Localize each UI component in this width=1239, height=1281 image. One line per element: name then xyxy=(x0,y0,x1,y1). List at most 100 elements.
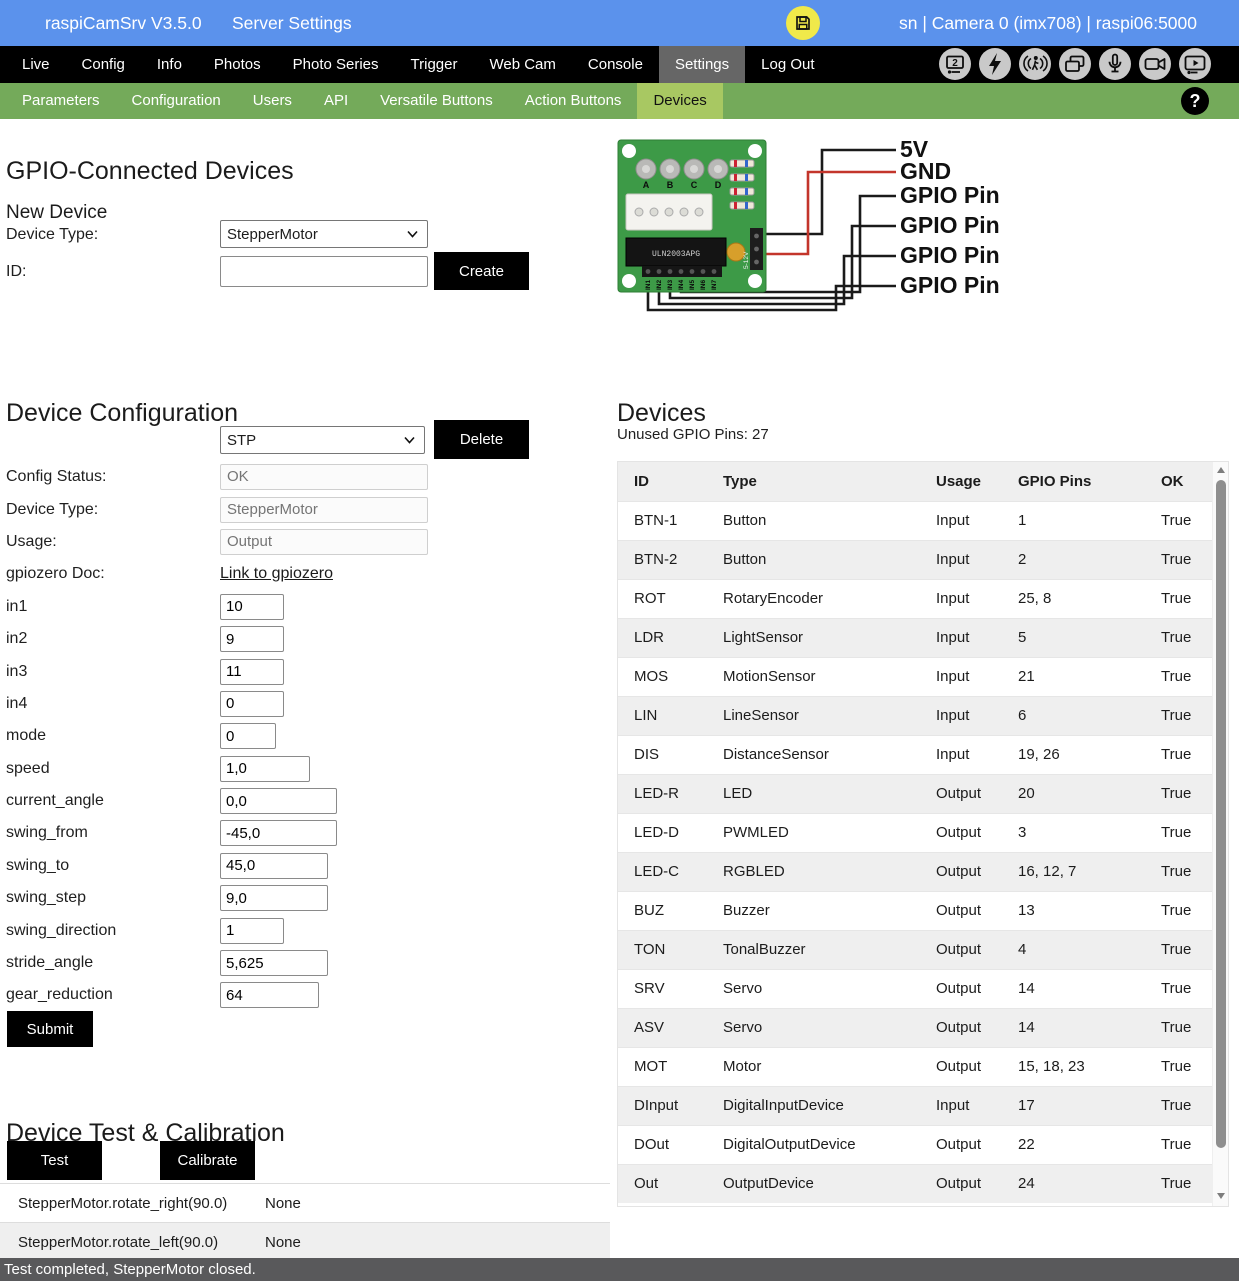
input-mode[interactable] xyxy=(220,723,276,749)
test-button[interactable]: Test xyxy=(7,1141,102,1180)
cell: True xyxy=(1145,969,1213,1008)
devices-table-container: IDTypeUsageGPIO PinsOK BTN-1ButtonInput1… xyxy=(617,461,1229,1207)
input-speed[interactable] xyxy=(220,756,310,782)
configured-device-select[interactable]: STP xyxy=(220,426,425,454)
cell: Output xyxy=(920,969,1002,1008)
nav-item-info[interactable]: Info xyxy=(141,46,198,83)
field-label: swing_step xyxy=(6,889,220,907)
field-label: gpiozero Doc: xyxy=(6,565,220,583)
create-button[interactable]: Create xyxy=(434,252,529,290)
test-action: StepperMotor.rotate_right(90.0) xyxy=(0,1195,265,1212)
svg-text:IN2: IN2 xyxy=(656,280,663,291)
cell: 15, 18, 23 xyxy=(1002,1047,1145,1086)
nav-icons: 2 xyxy=(939,48,1211,80)
field-label: in1 xyxy=(6,598,220,616)
calibrate-button[interactable]: Calibrate xyxy=(160,1141,255,1180)
cell: MotionSensor xyxy=(707,657,920,696)
microphone-icon[interactable] xyxy=(1099,48,1131,80)
help-icon[interactable]: ? xyxy=(1181,87,1209,115)
cell: 16, 12, 7 xyxy=(1002,852,1145,891)
input-swing-direction[interactable] xyxy=(220,918,284,944)
cell: Button xyxy=(707,501,920,540)
subnav-item-configuration[interactable]: Configuration xyxy=(116,83,237,119)
col-header-ok: OK xyxy=(1145,462,1213,501)
input-gear-reduction[interactable] xyxy=(220,982,319,1008)
input-in4[interactable] xyxy=(220,691,284,717)
media-player-icon[interactable] xyxy=(1179,48,1211,80)
cell: Output xyxy=(920,774,1002,813)
nav-item-config[interactable]: Config xyxy=(66,46,141,83)
input-swing-step[interactable] xyxy=(220,885,328,911)
svg-text:2: 2 xyxy=(952,58,958,69)
cell: 14 xyxy=(1002,969,1145,1008)
nav-item-log-out[interactable]: Log Out xyxy=(745,46,830,83)
cell: Output xyxy=(920,852,1002,891)
svg-text:IN7: IN7 xyxy=(711,280,718,291)
config-row-mode: mode xyxy=(6,720,606,752)
stepper-driver-board-image: ABCD ULN2003APG 5-12V IN1IN2IN3IN4IN5IN6… xyxy=(612,136,1237,318)
input-stride-angle[interactable] xyxy=(220,950,328,976)
cell: 2 xyxy=(1002,540,1145,579)
subnav-item-versatile-buttons[interactable]: Versatile Buttons xyxy=(364,83,509,119)
nav-item-console[interactable]: Console xyxy=(572,46,659,83)
cell: DIS xyxy=(618,735,707,774)
cell: True xyxy=(1145,1164,1213,1203)
motion-detection-icon[interactable] xyxy=(1019,48,1051,80)
floppy-disk-glyph xyxy=(791,11,815,35)
floppy-disk-icon[interactable] xyxy=(786,6,820,40)
subnav-item-api[interactable]: API xyxy=(308,83,364,119)
col-header-type: Type xyxy=(707,462,920,501)
input-in1[interactable] xyxy=(220,594,284,620)
cell: 4 xyxy=(1002,930,1145,969)
nav-item-photo-series[interactable]: Photo Series xyxy=(277,46,395,83)
config-row-in3: in3 xyxy=(6,655,606,687)
cell: True xyxy=(1145,891,1213,930)
cell: True xyxy=(1145,1047,1213,1086)
flash-icon[interactable] xyxy=(979,48,1011,80)
input-in2[interactable] xyxy=(220,626,284,652)
input-swing-from[interactable] xyxy=(220,820,337,846)
input-current-angle[interactable] xyxy=(220,788,337,814)
test-result: None xyxy=(265,1234,301,1251)
gpiozero-doc-link[interactable]: Link to gpiozero xyxy=(220,565,333,583)
nav-item-web-cam[interactable]: Web Cam xyxy=(473,46,571,83)
device-row-ldr: LDRLightSensorInput5True xyxy=(618,618,1213,657)
nav-item-trigger[interactable]: Trigger xyxy=(395,46,474,83)
nav-item-photos[interactable]: Photos xyxy=(198,46,277,83)
subnav-item-parameters[interactable]: Parameters xyxy=(6,83,116,119)
photo-stack-icon[interactable] xyxy=(1059,48,1091,80)
config-row-swing-direction: swing_direction xyxy=(6,914,606,946)
display-2-icon[interactable]: 2 xyxy=(939,48,971,80)
delete-button[interactable]: Delete xyxy=(434,420,529,459)
svg-text:C: C xyxy=(691,180,698,190)
device-type-select[interactable]: StepperMotor xyxy=(220,220,428,248)
scrollbar-up-arrow[interactable] xyxy=(1213,462,1229,478)
cell: Output xyxy=(920,891,1002,930)
nav-item-live[interactable]: Live xyxy=(6,46,66,83)
subnav-item-devices[interactable]: Devices xyxy=(637,83,722,119)
field-label: in2 xyxy=(6,630,220,648)
scrollbar-thumb[interactable] xyxy=(1216,480,1226,1148)
cell: PWMLED xyxy=(707,813,920,852)
subnav-item-users[interactable]: Users xyxy=(237,83,308,119)
device-row-dis: DISDistanceSensorInput19, 26True xyxy=(618,735,1213,774)
cell: Servo xyxy=(707,969,920,1008)
subnav-item-action-buttons[interactable]: Action Buttons xyxy=(509,83,638,119)
submit-button[interactable]: Submit xyxy=(7,1011,93,1047)
nav-item-settings[interactable]: Settings xyxy=(659,46,745,83)
scrollbar-down-arrow[interactable] xyxy=(1213,1188,1229,1204)
chevron-down-icon xyxy=(407,230,418,238)
device-row-led-d: LED-DPWMLEDOutput3True xyxy=(618,813,1213,852)
input-in3[interactable] xyxy=(220,659,284,685)
cell: 19, 26 xyxy=(1002,735,1145,774)
cell: True xyxy=(1145,813,1213,852)
new-device-id-input[interactable] xyxy=(220,256,428,287)
svg-text:GND: GND xyxy=(900,158,951,184)
cell: Input xyxy=(920,618,1002,657)
col-header-usage: Usage xyxy=(920,462,1002,501)
input-swing-to[interactable] xyxy=(220,853,328,879)
cell: True xyxy=(1145,774,1213,813)
cell: True xyxy=(1145,852,1213,891)
video-camera-icon[interactable] xyxy=(1139,48,1171,80)
device-type-value: StepperMotor xyxy=(227,226,318,243)
